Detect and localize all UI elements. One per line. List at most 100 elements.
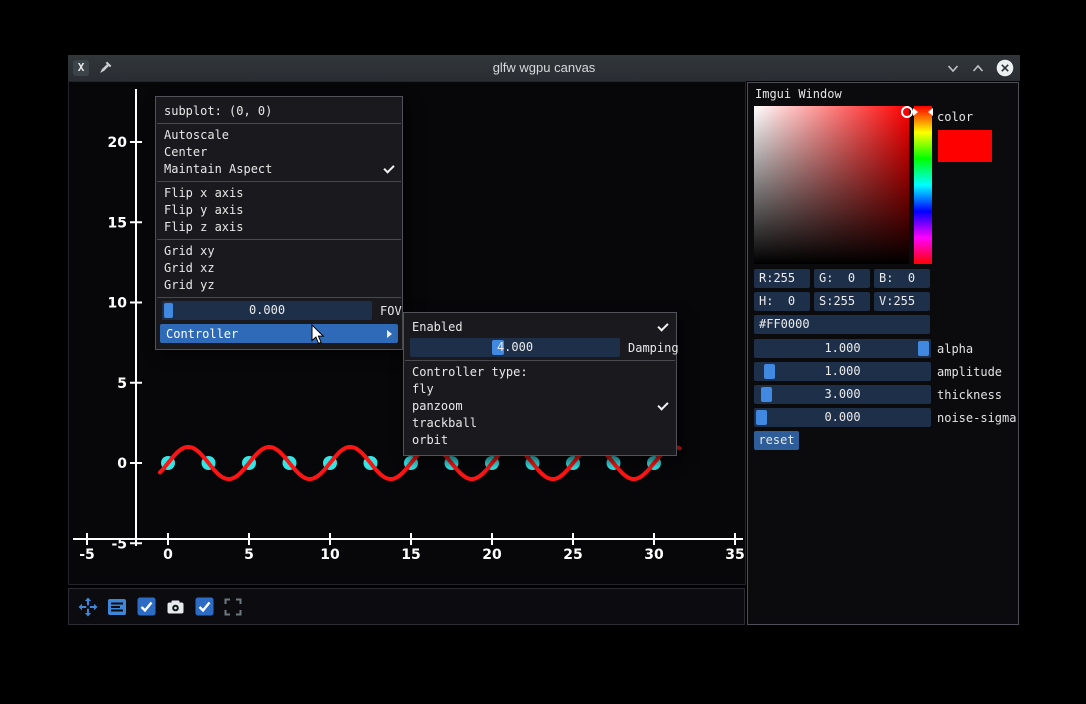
menu-item-fly[interactable]: fly [404, 381, 676, 398]
menu-item-controller[interactable]: Controller [160, 324, 398, 343]
green-field[interactable]: G: 0 [814, 269, 870, 288]
checkmark-icon [657, 320, 668, 331]
menu-item-flip-y[interactable]: Flip y axis [156, 202, 402, 219]
menu-item-center[interactable]: Center [156, 144, 402, 161]
menu-item-trackball[interactable]: trackball [404, 415, 676, 432]
reset-button[interactable]: reset [754, 431, 799, 450]
fov-label: FOV [380, 304, 402, 318]
minimize-button[interactable] [946, 61, 960, 75]
thickness-slider[interactable]: 3.000 [754, 385, 931, 404]
fullscreen-button[interactable] [223, 597, 243, 617]
svg-text:0: 0 [163, 547, 173, 563]
damping-row: 4.000 Damping [410, 338, 670, 357]
menu-item-label: Center [164, 144, 207, 161]
window-content: -505101520253035-505101520 [68, 81, 1020, 625]
menu-separator [405, 360, 675, 361]
center-button[interactable] [107, 597, 127, 617]
autoscale-button[interactable] [78, 597, 98, 617]
menu-item-label: orbit [412, 432, 448, 449]
color-label: color [937, 110, 973, 124]
menu-item-grid-yz[interactable]: Grid yz [156, 277, 402, 294]
fov-slider[interactable]: 0.000 [162, 301, 372, 320]
menu-separator [157, 297, 401, 298]
hex-field[interactable]: #FF0000 [754, 315, 930, 334]
noise-sigma-value: 0.000 [754, 408, 931, 427]
menu-item-flip-x[interactable]: Flip x axis [156, 185, 402, 202]
svg-text:10: 10 [320, 547, 340, 563]
svg-text:10: 10 [108, 296, 128, 312]
color-swatch[interactable] [938, 130, 992, 162]
fullscreen-icon [224, 598, 242, 616]
submenu-arrow-icon [387, 330, 392, 338]
menu-item-label: Controller [166, 327, 238, 341]
value-field[interactable]: V:255 [874, 292, 930, 311]
amplitude-label: amplitude [937, 365, 1002, 379]
center-icon [107, 598, 127, 616]
menu-item-label: trackball [412, 415, 477, 432]
blue-field[interactable]: B: 0 [874, 269, 930, 288]
controller-type-header: Controller type: [404, 364, 676, 381]
menu-item-maintain-aspect[interactable]: Maintain Aspect [156, 161, 402, 178]
menu-item-label: Autoscale [164, 127, 229, 144]
picker-indicator-icon [901, 106, 913, 118]
menu-separator [157, 123, 401, 124]
svg-text:20: 20 [482, 547, 502, 563]
menu-item-label: Flip x axis [164, 185, 243, 202]
record-button[interactable] [165, 597, 185, 617]
titlebar[interactable]: X glfw wgpu canvas [68, 55, 1020, 82]
saturation-value-picker[interactable] [754, 106, 909, 264]
checkmark-icon [383, 162, 394, 173]
menu-item-panzoom[interactable]: panzoom [404, 398, 676, 415]
chevron-down-icon [947, 64, 959, 73]
menu-separator [157, 181, 401, 182]
menu-item-label: fly [412, 381, 434, 398]
imgui-window[interactable]: Imgui Window color R:255 G: 0 B: 0 H: 0 … [747, 82, 1019, 625]
saturation-field[interactable]: S:255 [814, 292, 870, 311]
menu-separator [157, 239, 401, 240]
menu-item-label: Grid xz [164, 260, 215, 277]
menu-item-label: Grid yz [164, 277, 215, 294]
alpha-label: alpha [937, 342, 973, 356]
amplitude-slider[interactable]: 1.000 [754, 362, 931, 381]
alpha-value: 1.000 [754, 339, 931, 358]
svg-text:0: 0 [117, 456, 127, 472]
panzoom-checkbox[interactable] [136, 597, 156, 617]
app-window: X glfw wgpu canvas [68, 55, 1020, 625]
fov-value: 0.000 [162, 301, 372, 320]
chevron-up-icon [972, 64, 984, 73]
red-field[interactable]: R:255 [754, 269, 810, 288]
menu-item-autoscale[interactable]: Autoscale [156, 127, 402, 144]
alpha-slider[interactable]: 1.000 [754, 339, 931, 358]
menu-item-orbit[interactable]: orbit [404, 432, 676, 449]
maintain-aspect-checkbox[interactable] [194, 597, 214, 617]
svg-text:15: 15 [108, 215, 127, 231]
menu-item-label: panzoom [412, 398, 463, 415]
menu-item-grid-xy[interactable]: Grid xy [156, 243, 402, 260]
noise-sigma-slider[interactable]: 0.000 [754, 408, 931, 427]
fov-row: 0.000 FOV [162, 301, 396, 320]
hue-slider[interactable] [914, 106, 932, 264]
svg-text:5: 5 [244, 547, 254, 563]
svg-text:20: 20 [108, 135, 128, 151]
menu-item-label: Grid xy [164, 243, 215, 260]
noise-sigma-label: noise-sigma [937, 411, 1016, 425]
damping-value: 4.000 [410, 338, 620, 357]
close-button[interactable] [996, 59, 1014, 77]
autoscale-icon [78, 597, 98, 617]
hue-field[interactable]: H: 0 [754, 292, 810, 311]
menu-item-label: Flip z axis [164, 219, 243, 236]
menu-item-enabled[interactable]: Enabled [404, 319, 676, 336]
menu-item-grid-xz[interactable]: Grid xz [156, 260, 402, 277]
figure-toolbar [68, 588, 745, 625]
menu-item-label: Controller type: [412, 364, 528, 381]
maximize-button[interactable] [971, 61, 985, 75]
menu-item-label: Enabled [412, 319, 463, 336]
amplitude-value: 1.000 [754, 362, 931, 381]
menu-item-label: Flip y axis [164, 202, 243, 219]
hue-marker-icon [913, 108, 918, 116]
menu-item-flip-z[interactable]: Flip z axis [156, 219, 402, 236]
damping-slider[interactable]: 4.000 [410, 338, 620, 357]
thickness-label: thickness [937, 388, 1002, 402]
mouse-cursor [311, 324, 326, 346]
camera-icon [167, 600, 184, 614]
